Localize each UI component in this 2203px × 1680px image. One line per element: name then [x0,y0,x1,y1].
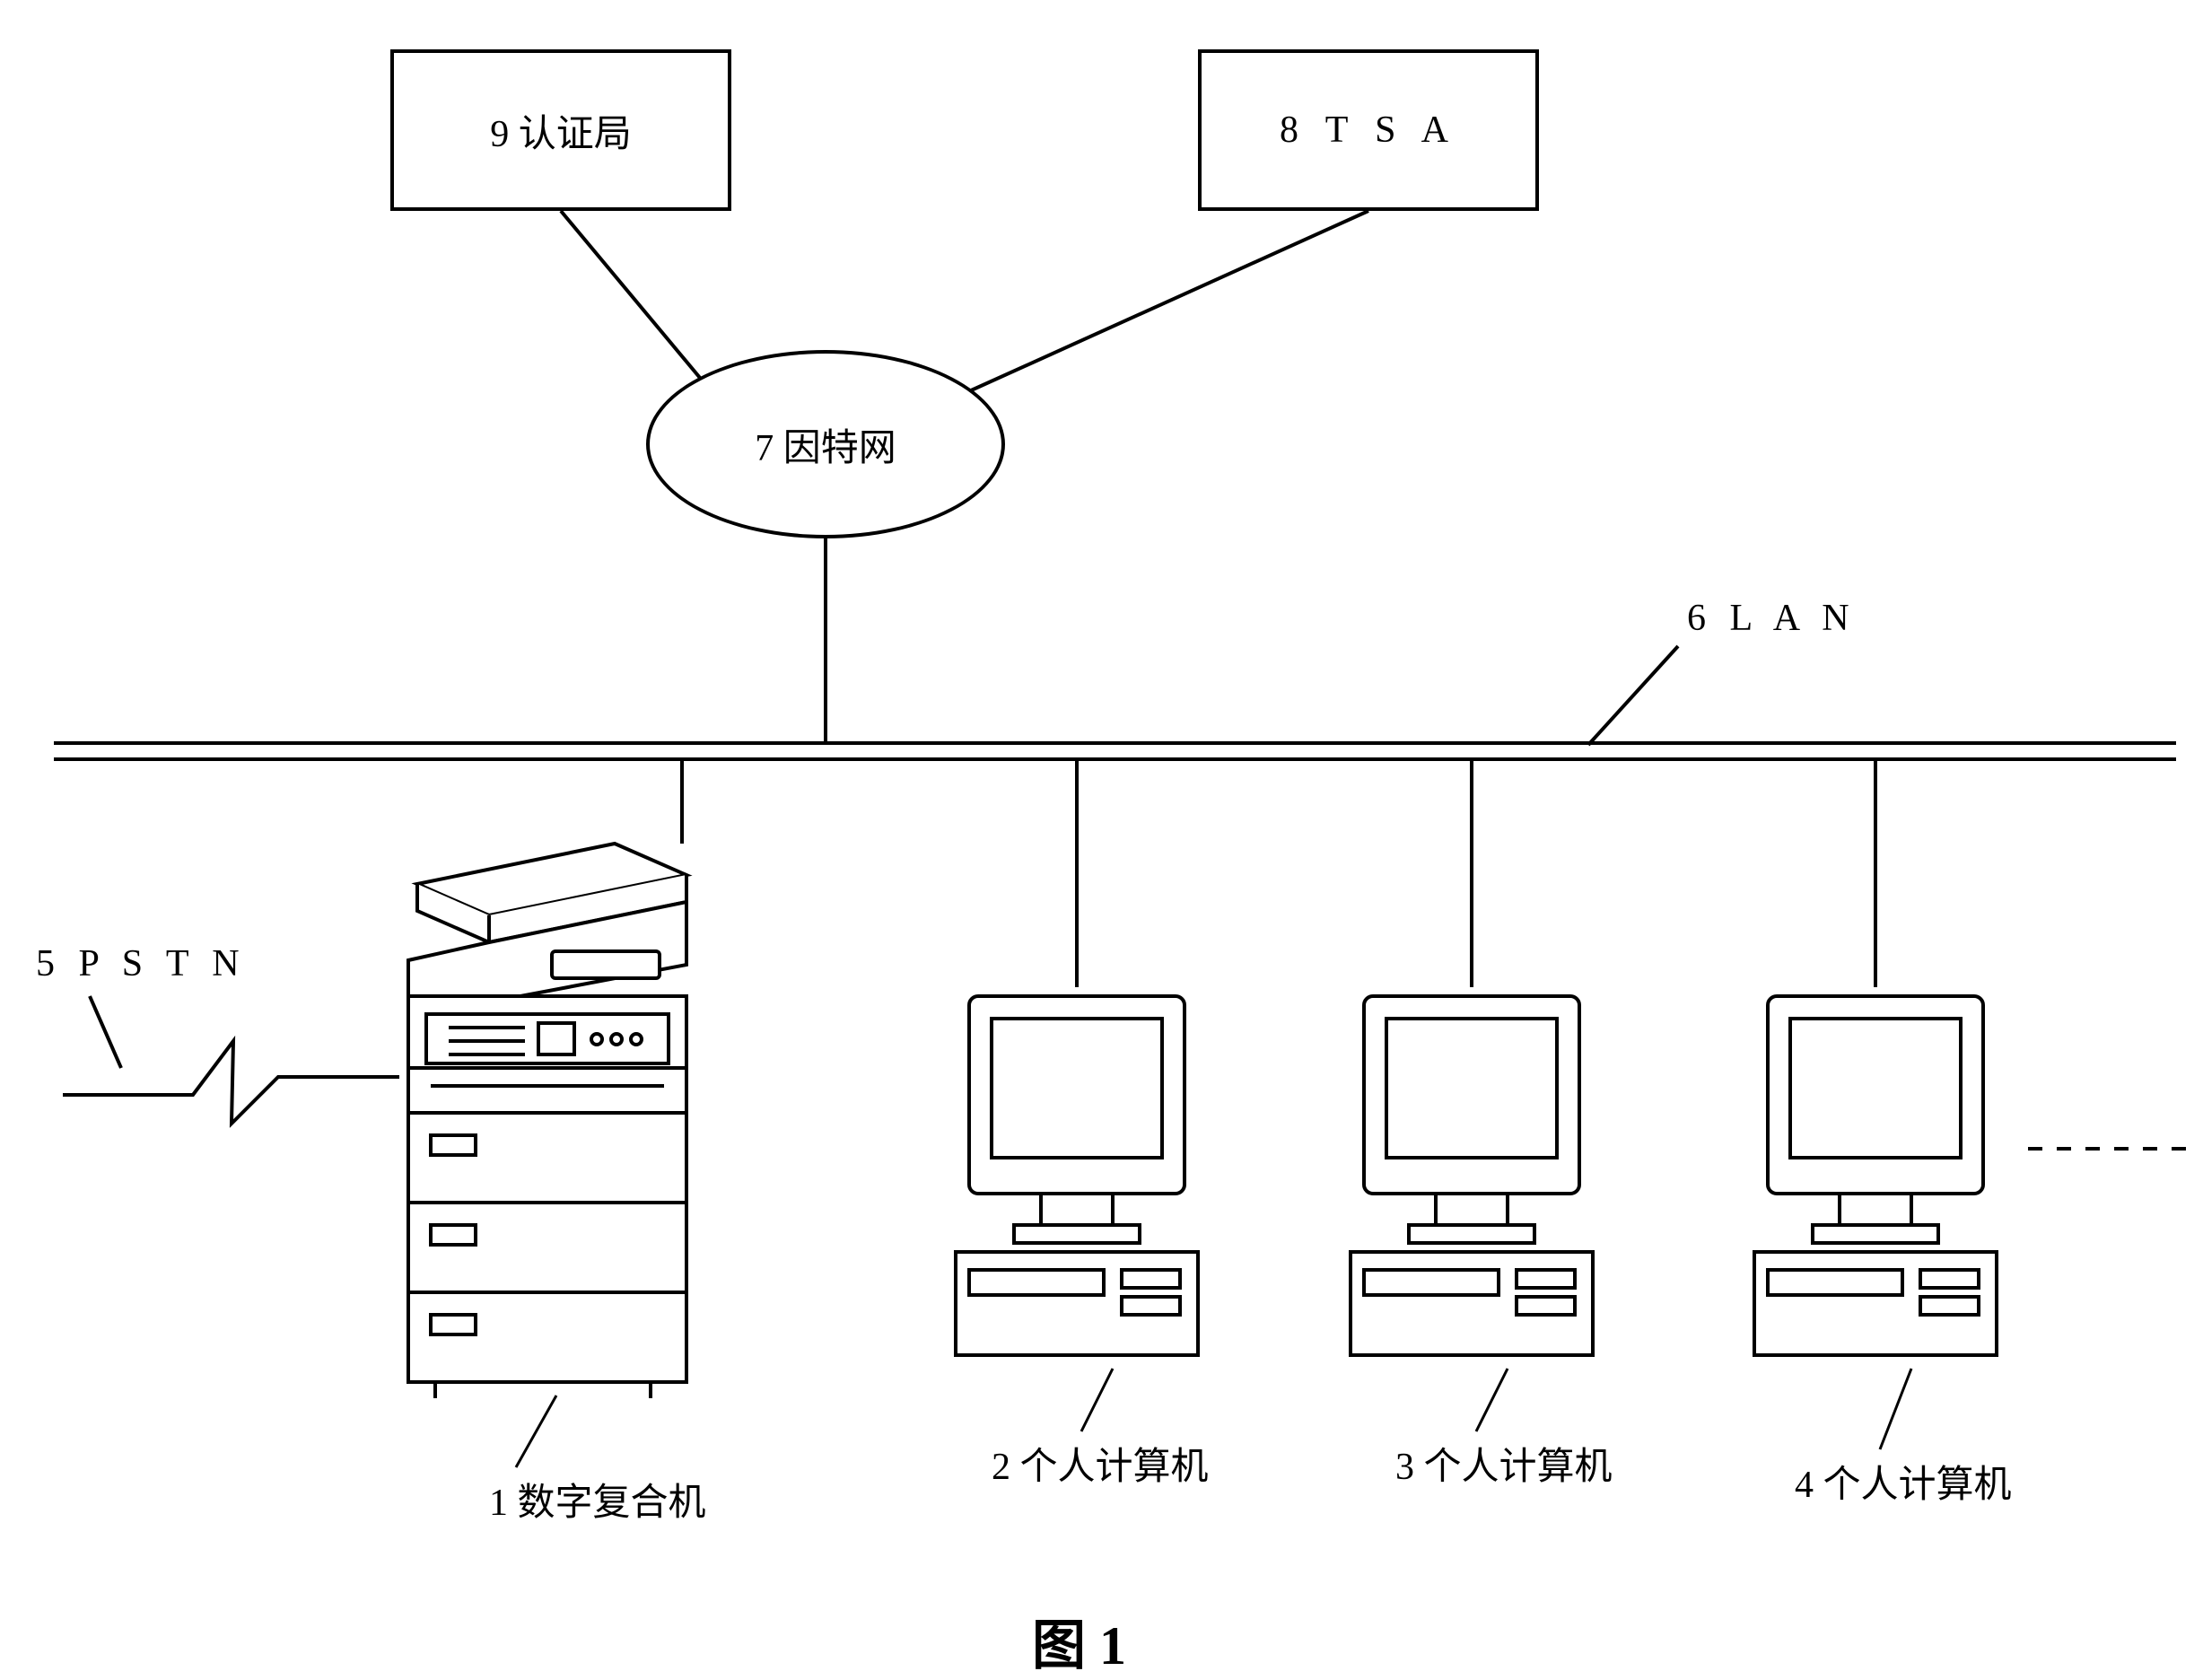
pc3-label: 3 个人计算机 [1395,1436,1613,1491]
tsa-label: 8 T S A [1280,109,1457,152]
pc2-label: 2 个人计算机 [992,1436,1209,1491]
mfp-label: 1 数字复合机 [489,1472,706,1527]
pc2-device [942,987,1211,1373]
ca-box: 9 认证局 [390,49,731,211]
ca-label: 9 认证局 [490,103,632,158]
lan-label: 6 L A N [1687,597,1857,640]
pc3-device [1337,987,1606,1373]
pc4-label: 4 个人计算机 [1795,1454,2012,1509]
tsa-box: 8 T S A [1198,49,1539,211]
connection-lines [0,0,2203,1673]
figure-caption: 图 1 [1032,1602,1126,1680]
internet-ellipse: 7 因特网 [646,350,1005,538]
pstn-label: 5 P S T N [36,942,247,985]
mfp-device [381,835,704,1400]
internet-label: 7 因特网 [755,417,896,472]
pc4-device [1741,987,2010,1373]
